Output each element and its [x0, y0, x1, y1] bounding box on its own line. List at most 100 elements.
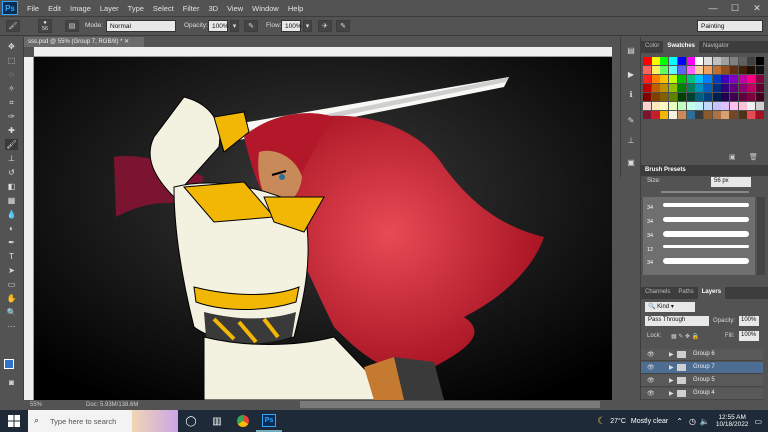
swatch[interactable] — [669, 93, 678, 101]
pen-tool-icon[interactable]: ✒ — [5, 237, 18, 248]
tab-swatches[interactable]: Swatches — [663, 41, 700, 53]
swatch[interactable] — [651, 66, 660, 74]
swatch[interactable] — [712, 66, 721, 74]
more-tools-icon[interactable]: ··· — [5, 321, 18, 332]
horizontal-scrollbar[interactable] — [300, 401, 600, 408]
swatch[interactable] — [643, 84, 651, 92]
swatch[interactable] — [712, 75, 721, 83]
brush-list-scrollbar[interactable] — [757, 197, 765, 275]
swatch[interactable] — [703, 75, 712, 83]
swatch[interactable] — [721, 111, 730, 119]
blend-mode-select[interactable]: Pass Through — [645, 316, 709, 326]
swatch[interactable] — [730, 102, 738, 110]
swatch[interactable] — [756, 111, 765, 119]
swatch[interactable] — [747, 57, 756, 65]
workspace-select[interactable]: Painting — [697, 20, 763, 32]
brush-stroke-5[interactable] — [663, 258, 749, 264]
swatch[interactable] — [721, 66, 730, 74]
menu-type[interactable]: Type — [128, 4, 144, 13]
swatch[interactable] — [643, 66, 651, 74]
brush-panel-toggle-icon[interactable]: ▤ — [65, 20, 79, 32]
brush-tool-selected-icon[interactable]: 🖌 — [5, 139, 18, 150]
hand-tool-icon[interactable]: ✋ — [5, 293, 18, 304]
swatch[interactable] — [756, 57, 765, 65]
swatch[interactable] — [747, 93, 756, 101]
brush-preset-list[interactable]: 34 34 34 12 34 — [643, 197, 755, 275]
zoom-level[interactable]: 55% — [30, 402, 42, 408]
menu-3d[interactable]: 3D — [208, 4, 218, 13]
brush-size-slider[interactable] — [661, 191, 749, 193]
lasso-tool-icon[interactable]: ◌ — [5, 69, 18, 80]
swatch[interactable] — [669, 57, 678, 65]
swatch[interactable] — [712, 111, 721, 119]
expand-triangle-icon[interactable]: ▶ — [669, 364, 674, 371]
swatch[interactable] — [669, 75, 678, 83]
swatch[interactable] — [660, 84, 669, 92]
swatch[interactable] — [730, 66, 738, 74]
lock-icons[interactable]: ▦ ✎ ✥ 🔒 — [671, 333, 699, 340]
swatch[interactable] — [660, 102, 669, 110]
swatch[interactable] — [677, 84, 686, 92]
menu-layer[interactable]: Layer — [100, 4, 119, 13]
healing-brush-tool-icon[interactable]: ✚ — [5, 125, 18, 136]
swatch[interactable] — [677, 102, 686, 110]
type-tool-icon[interactable]: T — [5, 251, 18, 262]
airbrush-icon[interactable]: ✈ — [318, 20, 332, 32]
swatch[interactable] — [660, 66, 669, 74]
eye-icon[interactable]: 👁 — [647, 377, 655, 385]
swatch[interactable] — [695, 111, 704, 119]
new-swatch-icon[interactable]: ▣ — [729, 153, 736, 161]
zoom-tool-icon[interactable]: 🔍 — [5, 307, 18, 318]
eye-icon[interactable]: 👁 — [647, 351, 655, 359]
swatch[interactable] — [651, 84, 660, 92]
eye-icon[interactable]: 👁 — [647, 390, 655, 398]
swatch[interactable] — [756, 84, 765, 92]
expand-triangle-icon[interactable]: ▶ — [669, 351, 674, 358]
expand-triangle-icon[interactable]: ▶ — [669, 390, 674, 397]
swatch[interactable] — [756, 75, 765, 83]
swatch-grid[interactable] — [643, 57, 765, 149]
menu-select[interactable]: Select — [153, 4, 174, 13]
swatch[interactable] — [669, 66, 678, 74]
document-tab[interactable]: sss.psd @ 55% (Group 7, RGB/8) * ✕ — [24, 37, 144, 47]
swatch[interactable] — [747, 111, 756, 119]
weather-icon[interactable]: ☾ — [597, 416, 606, 427]
swatch[interactable] — [756, 66, 765, 74]
eraser-tool-icon[interactable]: ◧ — [5, 181, 18, 192]
tab-layers[interactable]: Layers — [697, 287, 726, 299]
swatch[interactable] — [703, 66, 712, 74]
notification-icon[interactable]: ▭ — [754, 417, 762, 426]
canvas[interactable] — [34, 57, 612, 400]
brush-tool-icon[interactable]: 🖌 — [6, 20, 20, 32]
menu-image[interactable]: Image — [70, 4, 91, 13]
swatch[interactable] — [660, 111, 669, 119]
info-panel-icon[interactable]: ℹ — [625, 89, 637, 100]
swatch[interactable] — [738, 57, 747, 65]
tab-navigator[interactable]: Navigator — [699, 41, 733, 53]
swatch[interactable] — [686, 102, 695, 110]
layer-row[interactable]: 👁 ▶ Group 6 — [641, 349, 763, 361]
opacity-dropdown-icon[interactable]: ▾ — [230, 20, 239, 32]
swatch[interactable] — [643, 102, 651, 110]
task-view-icon[interactable]: ◯ — [178, 410, 204, 432]
swatch[interactable] — [756, 93, 765, 101]
eyedropper-tool-icon[interactable]: ✑ — [5, 111, 18, 122]
swatch[interactable] — [686, 84, 695, 92]
flow-dropdown-icon[interactable]: ▾ — [303, 20, 312, 32]
swatch[interactable] — [756, 102, 765, 110]
swatch[interactable] — [695, 93, 704, 101]
close-tab-icon[interactable]: ✕ — [124, 39, 129, 45]
swatch[interactable] — [747, 84, 756, 92]
expand-triangle-icon[interactable]: ▶ — [669, 377, 674, 384]
swatch[interactable] — [686, 57, 695, 65]
swatch[interactable] — [643, 93, 651, 101]
swatch[interactable] — [738, 102, 747, 110]
swatch[interactable] — [643, 57, 651, 65]
move-tool-icon[interactable]: ✥ — [5, 41, 18, 52]
brush-stroke-1[interactable] — [663, 203, 749, 207]
tab-channels[interactable]: Channels — [641, 287, 674, 299]
close-button[interactable]: ✕ — [746, 0, 768, 16]
tray-overflow-icon[interactable]: ⌃ — [676, 417, 683, 426]
swatch[interactable] — [730, 57, 738, 65]
brush-stroke-3[interactable] — [663, 231, 749, 237]
